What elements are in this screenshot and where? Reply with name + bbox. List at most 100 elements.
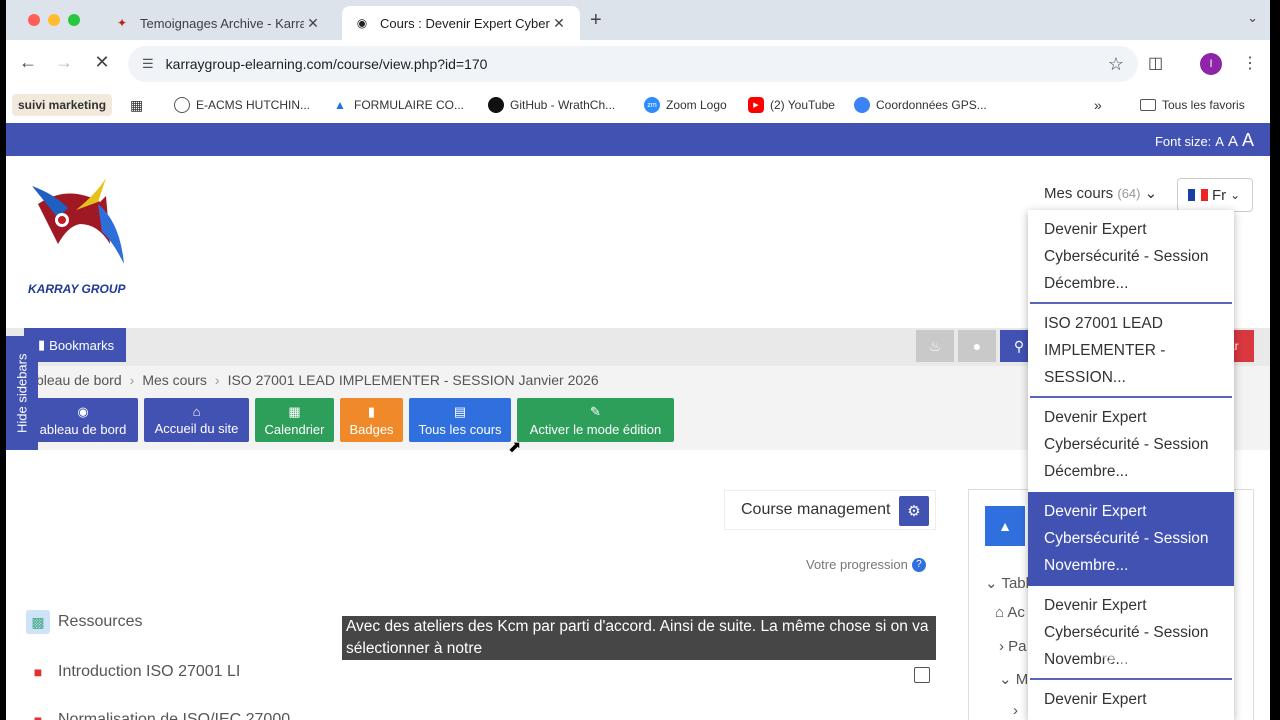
language-selector[interactable]: Fr ⌄ [1177,178,1253,212]
address-toolbar: ← → ✕ ☰ karraygroup-elearning.com/course… [6,40,1270,88]
close-window-button[interactable] [28,14,40,26]
zoom-watermark: zoom [1100,640,1202,681]
course-item-label: Devenir Expert [1044,691,1147,708]
button-label: Accueil du site [154,421,239,436]
extensions-puzzle-icon[interactable]: ◫ [1148,53,1163,73]
bookmarks-button[interactable]: ▮ Bookmarks [24,328,126,362]
course-management-label: Course management [741,501,891,518]
bookmarks-label: Bookmarks [49,337,115,353]
nav-item-m[interactable]: ⌄ M [999,670,1028,688]
bookmark-label: Coordonnées GPS... [876,98,987,112]
dropdown-course-item[interactable]: Devenir Expert [1028,680,1234,720]
course-item-label: Devenir Expert Cybersécurité - Session N… [1044,503,1209,574]
bookmark-label: GitHub - WrathCh... [510,98,616,112]
url-text: karraygroup-elearning.com/course/view.ph… [165,56,488,72]
address-bar[interactable]: ☰ karraygroup-elearning.com/course/view.… [128,46,1138,82]
forward-arrow-icon[interactable]: → [52,52,76,73]
completion-checkbox[interactable] [914,667,930,683]
more-bookmarks-icon[interactable]: » [1094,94,1102,116]
bookmark-github[interactable]: GitHub - WrathCh... [488,94,615,116]
home-icon: ⌂ [192,404,201,419]
browser-window: ✦ Temoignages Archive - Karray ✕ ◉ Cours… [6,0,1270,720]
bookmark-gps[interactable]: Coordonnées GPS... [854,94,987,116]
course-item-label: ISO 27001 LEAD IMPLEMENTER - SESSION... [1044,315,1166,386]
browser-menu-icon[interactable]: ⋮ [1242,53,1258,73]
breadcrumb-current-course[interactable]: ISO 27001 LEAD IMPLEMENTER - SESSION Jan… [228,372,599,388]
bookmark-suivi-marketing[interactable]: suivi marketing [12,94,113,116]
back-arrow-icon[interactable]: ← [16,52,40,73]
notification-bell-icon[interactable]: ♨ [916,330,954,362]
zoom-icon: zm [644,97,660,113]
karray-favicon-icon: ✦ [116,16,128,30]
bookmark-star-icon[interactable]: ☆ [1108,54,1124,75]
dropdown-course-item[interactable]: Devenir Expert Cybersécurité - Session D… [1028,398,1234,492]
dropdown-course-item[interactable]: ISO 27001 LEAD IMPLEMENTER - SESSION... [1028,304,1234,398]
font-size-label: Font size: [1154,134,1212,149]
breadcrumb-my-courses[interactable]: Mes cours [142,372,207,388]
close-tab-icon[interactable]: ✕ [304,15,322,32]
dropdown-course-item[interactable]: Devenir Expert Cybersécurité - Session D… [1028,210,1234,304]
site-home-button[interactable]: ⌂ Accueil du site [144,398,249,442]
hide-sidebars-button[interactable]: Hide sidebars [6,336,38,450]
brand-text: KARRAY GROUP [28,282,126,296]
nav-item-home[interactable]: ⌂ Ac [995,604,1025,621]
font-size-large[interactable]: A [1242,130,1254,151]
tab-title: Temoignages Archive - Karray [140,15,304,31]
all-favorites-folder[interactable]: Tous les favoris [1140,94,1245,116]
button-label: Calendrier [264,421,325,437]
bookmarks-bar: suivi marketing ▦ E-ACMS HUTCHIN... ▲ FOR… [6,88,1270,122]
stop-loading-icon[interactable]: ✕ [90,52,114,73]
activity-label: Introduction ISO 27001 LI [58,663,241,680]
pdf-icon: ■ [33,664,43,680]
activity-introduction[interactable]: ■ Introduction ISO 27001 LI [26,660,241,684]
button-label: Badges [349,421,394,437]
activity-normalisation[interactable]: ■ Normalisation de ISO/IEC 27000 [26,708,290,720]
bookmark-eacms[interactable]: E-ACMS HUTCHIN... [174,94,310,116]
bookmark-label: Zoom Logo [666,98,727,112]
apps-grid-icon[interactable]: ▦ [130,94,143,116]
dropdown-course-item-highlighted[interactable]: Devenir Expert Cybersécurité - Session N… [1028,492,1234,586]
progress-indicator: Votre progression ? [806,557,926,572]
new-tab-icon[interactable]: + [590,9,602,32]
close-tab-icon[interactable]: ✕ [550,15,568,32]
bookmark-zoom-logo[interactable]: zm Zoom Logo [644,94,727,116]
tab-cours[interactable]: ◉ Cours : Devenir Expert Cyber ✕ [342,6,580,40]
font-size-medium[interactable]: A [1228,133,1238,150]
tab-title: Cours : Devenir Expert Cyber [380,15,550,31]
karray-logo[interactable]: KARRAY GROUP [28,174,126,296]
my-courses-label: Mes cours [1044,185,1114,202]
bookmark-formulaire[interactable]: ▲ FORMULAIRE CO... [332,94,464,116]
tab-search-chevron-icon[interactable]: ⌄ [1247,10,1258,26]
breadcrumb-dashboard[interactable]: bleau de bord [36,372,122,388]
minimize-window-button[interactable] [48,14,60,26]
all-courses-button[interactable]: ▤ Tous les cours [409,398,511,442]
nav-item-table[interactable]: ⌄ Tabl [985,574,1029,592]
badges-button[interactable]: ▮ Badges [340,398,403,442]
dashboard-button[interactable]: ◉ ableau de bord [28,398,138,442]
moodle-favicon-icon: ◉ [356,16,368,30]
zoom-window-button[interactable] [68,14,80,26]
caption-text: Avec des ateliers des Kcm par parti d'ac… [346,618,929,657]
font-size-small[interactable]: A [1215,134,1224,149]
sitemap-icon[interactable]: ▲ [985,506,1025,546]
site-info-icon[interactable]: ☰ [142,56,154,72]
gear-icon[interactable]: ⚙ [899,496,929,526]
tab-temoignages[interactable]: ✦ Temoignages Archive - Karray ✕ [102,6,334,40]
course-management-panel[interactable]: Course management ⚙ [724,490,936,530]
course-item-label: Devenir Expert Cybersécurité - Session D… [1044,221,1209,292]
help-icon[interactable]: ? [911,557,926,572]
messages-icon[interactable]: ● [958,330,996,362]
nav-item-pa[interactable]: › Pa [999,638,1027,655]
dashboard-icon: ◉ [77,403,89,419]
profile-avatar[interactable]: I [1200,53,1222,75]
my-courses-menu[interactable]: Mes cours (64) ⌄ [1044,184,1157,202]
edit-icon: ✎ [590,403,601,419]
language-label: Fr [1212,186,1227,204]
mouse-cursor-icon: ⬈ [508,439,522,456]
calendar-button[interactable]: ▦ Calendrier [255,398,334,442]
activity-resources[interactable]: ▩ Ressources [26,610,142,634]
edit-mode-button[interactable]: ✎ Activer le mode édition [517,398,674,442]
button-label: Activer le mode édition [529,421,662,437]
bookmark-youtube[interactable]: ▶ (2) YouTube [748,94,835,116]
nav-item-sub[interactable]: › [1013,702,1018,719]
